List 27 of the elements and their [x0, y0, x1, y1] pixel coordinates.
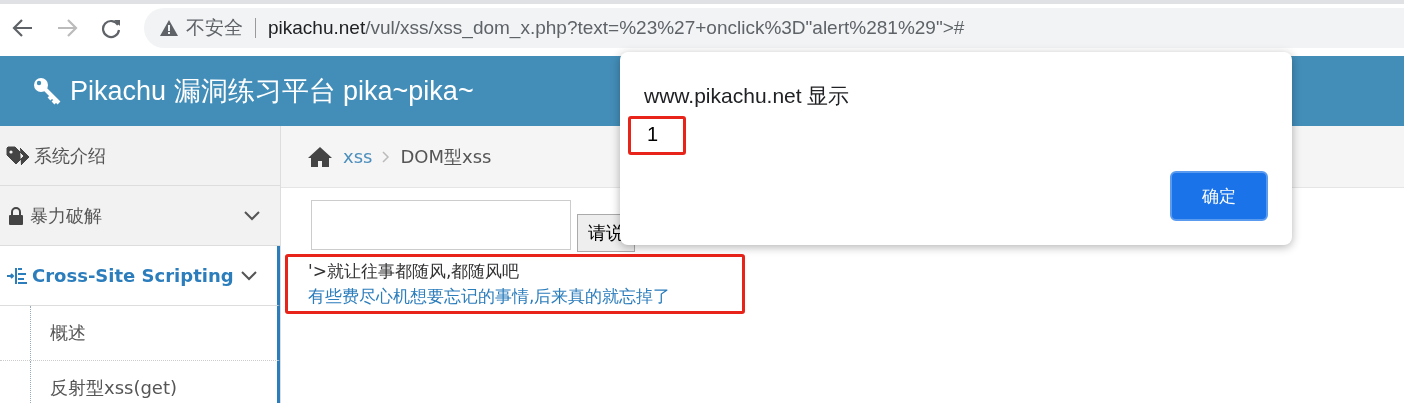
list-icon: [6, 265, 28, 286]
chevron-icon: [241, 270, 257, 281]
dialog-title: www.pikachu.net 显示: [644, 83, 851, 109]
chevron-icon: [244, 210, 260, 221]
dialog-message: 1: [628, 116, 686, 155]
output-text: '>就让往事都随风,都随风吧: [308, 260, 521, 283]
tag-icon: [6, 145, 30, 166]
url-path: /vul/xss/xss_dom_x.php?text=%23%27+onclick%3D"alert%281%29">#: [365, 17, 965, 39]
home-icon: [307, 145, 333, 168]
warning-icon: [160, 20, 178, 36]
sidebar-subitem[interactable]: 概述: [0, 306, 280, 361]
breadcrumb-current: DOM型xss: [400, 144, 492, 169]
back-arrow-icon[interactable]: [12, 17, 34, 39]
lock-icon: [6, 205, 26, 226]
sidebar-item[interactable]: Cross-Site Scripting: [0, 246, 280, 306]
output-link[interactable]: 有些费尽心机想要忘记的事情,后来真的就忘掉了: [308, 284, 722, 309]
reload-icon[interactable]: [100, 17, 122, 39]
sidebar-item[interactable]: 系统介绍: [0, 126, 280, 186]
address-bar[interactable]: 不安全 pikachu.net/vul/xss/xss_dom_x.php?text=%23%27+onclick%3D"alert%281%29">#: [144, 8, 1404, 48]
url-host: pikachu.net: [268, 17, 366, 38]
ok-button[interactable]: 确定: [1170, 171, 1268, 221]
key-icon: [32, 76, 62, 106]
sidebar-subitem[interactable]: 反射型xss(get): [0, 361, 280, 403]
chevron-right-icon: [382, 150, 391, 163]
security-label: 不安全: [186, 16, 243, 40]
text-input[interactable]: [311, 200, 571, 250]
site-title: Pikachu 漏洞练习平台 pika~pika~: [70, 75, 474, 108]
